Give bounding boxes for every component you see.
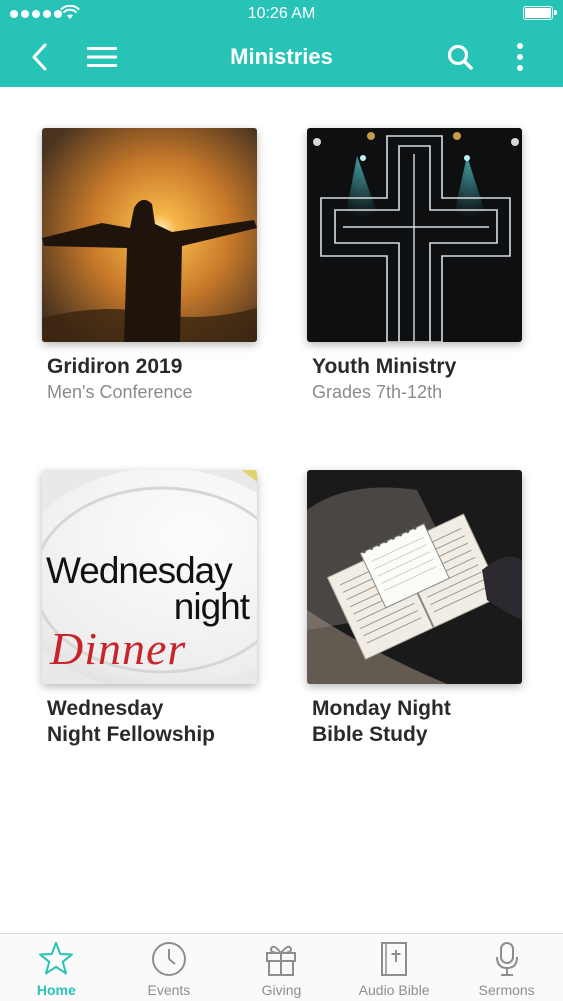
ministry-title-line-2: Bible Study: [312, 723, 428, 746]
ministry-subtitle: Men's Conference: [47, 382, 193, 402]
app-header: 10:26 AM Ministries: [0, 0, 563, 87]
ministry-image-sunrise: [42, 128, 257, 342]
ministry-title: Youth Ministry: [312, 355, 457, 378]
tab-label: Giving: [261, 982, 302, 998]
ministry-image-cross: [307, 128, 522, 342]
tab-label: Audio Bible: [358, 982, 430, 998]
star-icon: [39, 942, 74, 975]
page-title: Ministries: [230, 44, 333, 69]
ministry-card-youth[interactable]: Youth Ministry Grades 7th-12th: [307, 128, 522, 404]
ministry-title-line-1: Monday Night: [312, 697, 451, 720]
tab-home[interactable]: Home: [0, 934, 113, 1001]
ministry-title: Gridiron 2019: [47, 355, 183, 378]
search-icon: [447, 44, 473, 70]
search-button[interactable]: [442, 39, 478, 75]
status-time: 10:26 AM: [247, 5, 316, 22]
tab-label: Sermons: [478, 982, 535, 998]
bible-icon: [381, 942, 408, 976]
microphone-icon: [495, 942, 518, 976]
ministry-title-line-2: Night Fellowship: [47, 723, 215, 746]
gift-icon: [266, 945, 297, 976]
bottom-tab-bar: Home Events Giving Audio Bible Sermons: [0, 933, 563, 1001]
tab-label: Home: [36, 982, 76, 998]
ministry-image-bible: [307, 470, 522, 684]
battery-icon: [523, 6, 557, 20]
status-bar: 10:26 AM: [0, 0, 563, 28]
tab-audio-bible[interactable]: Audio Bible: [338, 934, 451, 1001]
ministry-image-dinner-plate: Wednesday night Dinner: [42, 470, 257, 684]
tab-label: Events: [147, 982, 191, 998]
ministry-subtitle: Grades 7th-12th: [312, 382, 443, 402]
ministry-card-gridiron[interactable]: Gridiron 2019 Men's Conference: [42, 128, 257, 404]
ministry-title-line-1: Wednesday: [47, 697, 164, 720]
dinner-graphic-line-3: Dinner: [50, 623, 187, 674]
tab-events[interactable]: Events: [113, 934, 226, 1001]
tab-sermons[interactable]: Sermons: [450, 934, 563, 1001]
ministry-card-bible-study[interactable]: Monday Night Bible Study: [307, 470, 522, 748]
clock-icon: [151, 942, 186, 976]
ministry-card-wednesday[interactable]: Wednesday night Dinner Wednesday Night F…: [42, 470, 257, 748]
more-vertical-icon: [517, 43, 523, 71]
nav-bar: Ministries: [0, 28, 563, 87]
more-options-button[interactable]: [502, 39, 538, 75]
tab-giving[interactable]: Giving: [225, 934, 338, 1001]
